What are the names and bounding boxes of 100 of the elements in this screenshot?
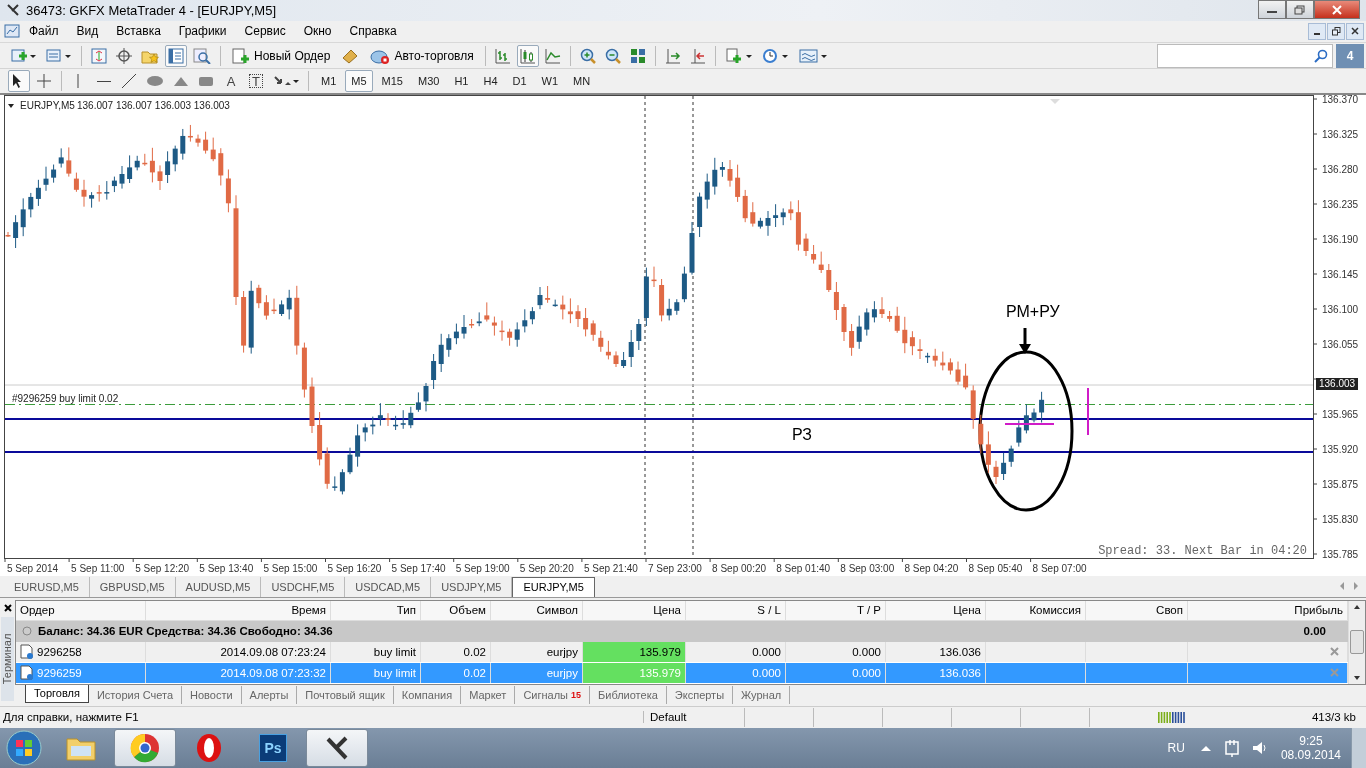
price-tick-label: 136.235 [1322, 199, 1359, 211]
time-tick-label: 5 Sep 15:00 [263, 563, 318, 575]
column-header[interactable]: Своп [1086, 601, 1188, 620]
current-price-label: 136.003 [1316, 378, 1359, 391]
chart-ohlc: 136.007 136.007 136.003 136.003 [77, 100, 230, 112]
column-header[interactable]: Комиссия [986, 601, 1086, 620]
timeframe-button[interactable]: MN [567, 70, 597, 93]
time-tick-label: 8 Sep 00:20 [712, 563, 767, 575]
chart-tab[interactable]: GBPUSD,M5 [89, 577, 176, 597]
window-title: 36473: GKFX MetaTrader 4 - [EURJPY,M5] [26, 2, 276, 18]
chart-tab[interactable]: USDCHF,M5 [261, 577, 346, 597]
menu-item[interactable]: Вставка [107, 24, 170, 39]
chart-annotation: РЗ [792, 426, 812, 444]
terminal-tab[interactable]: Компания [393, 686, 462, 704]
time-tick-label: 5 Sep 16:20 [327, 563, 382, 575]
column-header[interactable]: Тип [331, 601, 421, 620]
timeframe-button[interactable]: M15 [375, 70, 409, 93]
text-tool-button[interactable]: A [220, 70, 242, 93]
price-tick-label: 135.830 [1322, 514, 1359, 526]
column-header[interactable]: T / P [786, 601, 886, 620]
terminal-tab[interactable]: История Счета [88, 686, 182, 704]
price-tick-label: 136.055 [1322, 339, 1359, 351]
time-tick-label: 7 Sep 23:00 [648, 563, 702, 575]
table-cell: 0.000 [786, 642, 886, 662]
menu-item[interactable]: Окно [294, 24, 341, 39]
chart-tab[interactable]: USDCAD,M5 [345, 577, 432, 597]
clock-date: 08.09.2014 [1280, 748, 1341, 762]
timeframe-button[interactable]: M30 [411, 70, 446, 93]
table-cell: buy limit [331, 663, 421, 683]
terminal-tab[interactable]: Новости [182, 686, 242, 704]
chart-tab[interactable]: EURJPY,M5 [512, 577, 595, 597]
timeframe-button[interactable]: H4 [477, 70, 504, 93]
taskbar-app-button[interactable]: Ps [242, 729, 304, 767]
balance-profit: 0.00 [1303, 625, 1326, 638]
time-tick-label: 8 Sep 04:20 [904, 563, 959, 575]
price-tick-label: 136.190 [1322, 234, 1359, 246]
timeframe-button[interactable]: M1 [315, 70, 343, 93]
table-cell: 9296258 [16, 642, 146, 662]
terminal-label: Терминал [1, 617, 14, 701]
new-order-button[interactable]: Новый Ордер [227, 44, 336, 67]
profile-name: Default [643, 711, 744, 724]
time-tick-label: 8 Sep 07:00 [1032, 563, 1087, 575]
price-tick-label: 136.370 [1322, 95, 1359, 106]
terminal-tab[interactable]: Маркет [461, 686, 516, 704]
time-tick-label: 5 Sep 11:00 [71, 563, 125, 575]
column-header[interactable]: Символ [491, 601, 583, 620]
column-header[interactable]: S / L [686, 601, 786, 620]
table-cell: 0.02 [421, 663, 491, 683]
column-header[interactable]: Ордер [16, 601, 146, 620]
time-tick-label: 8 Sep 01:40 [776, 563, 831, 575]
help-hint: Для справки, нажмите F1 [2, 711, 140, 724]
menu-item[interactable]: Вид [67, 24, 108, 39]
spread-info: Spread: 33. Next Bar in 04:20 [1098, 544, 1307, 559]
time-tick-label: 8 Sep 05:40 [968, 563, 1023, 575]
photoshop-logo: Ps [259, 734, 287, 762]
price-tick-label: 136.280 [1322, 164, 1359, 176]
terminal-tab[interactable]: Почтовый ящик [297, 686, 394, 704]
menu-item[interactable]: Файл [20, 24, 68, 39]
time-tick-label: 5 Sep 21:40 [583, 563, 638, 575]
terminal-tab[interactable]: Сигналы 15 [515, 686, 590, 704]
table-cell: 136.036 [886, 663, 986, 683]
terminal-tab[interactable]: Журнал [733, 686, 791, 704]
traffic-counter: 413/3 kb [1310, 711, 1357, 724]
order-label: #9296259 buy limit 0.02 [12, 393, 119, 405]
column-header[interactable]: Время [146, 601, 331, 620]
table-cell: 0.000 [686, 663, 786, 683]
order-row[interactable]: 9296258 2014.09.08 07:23:24 buy limit 0.02 eurjpy 135.979 0.000 0.000 136.036 [16, 642, 1348, 663]
menu-item[interactable]: Справка [340, 24, 406, 39]
text-label-button[interactable]: T [245, 70, 267, 93]
terminal-tab[interactable]: Библиотека [590, 686, 667, 704]
time-tick-label: 5 Sep 13:40 [199, 563, 254, 575]
terminal-tab[interactable]: Алерты [241, 686, 298, 704]
price-tick-label: 135.785 [1322, 549, 1359, 561]
column-header[interactable]: Объем [421, 601, 491, 620]
column-header[interactable]: Цена [583, 601, 686, 620]
table-cell: 135.979 [583, 663, 686, 683]
timeframe-button[interactable]: M5 [345, 70, 373, 93]
terminal-tab[interactable]: Эксперты [666, 686, 734, 704]
clock-time: 9:25 [1299, 734, 1323, 748]
price-tick-label: 136.145 [1322, 269, 1359, 281]
time-tick-label: 5 Sep 17:40 [391, 563, 446, 575]
timeframe-button[interactable]: H1 [448, 70, 475, 93]
price-tick-label: 135.875 [1322, 479, 1359, 491]
time-tick-label: 5 Sep 19:00 [455, 563, 510, 575]
timeframe-button[interactable]: D1 [506, 70, 533, 93]
table-cell: 135.979 [583, 642, 686, 662]
menu-item[interactable]: Графики [169, 24, 236, 39]
column-header[interactable]: Цена [886, 601, 986, 620]
chart-tab[interactable]: AUDUSD,M5 [175, 577, 262, 597]
chart-annotation: РМ+РУ [1006, 303, 1060, 321]
menu-item[interactable]: Сервис [235, 24, 295, 39]
auto-trading-button[interactable]: Авто-торговля [365, 44, 479, 67]
chart-tab[interactable]: EURUSD,M5 [4, 577, 90, 597]
time-tick-label: 5 Sep 2014 [7, 563, 59, 575]
time-tick-label: 5 Sep 20:20 [519, 563, 574, 575]
table-cell: 0.02 [421, 642, 491, 662]
table-cell: 0.000 [786, 663, 886, 683]
timeframe-button[interactable]: W1 [535, 70, 565, 93]
price-tick-label: 136.325 [1322, 129, 1359, 141]
time-tick-label: 5 Sep 12:20 [135, 563, 190, 575]
